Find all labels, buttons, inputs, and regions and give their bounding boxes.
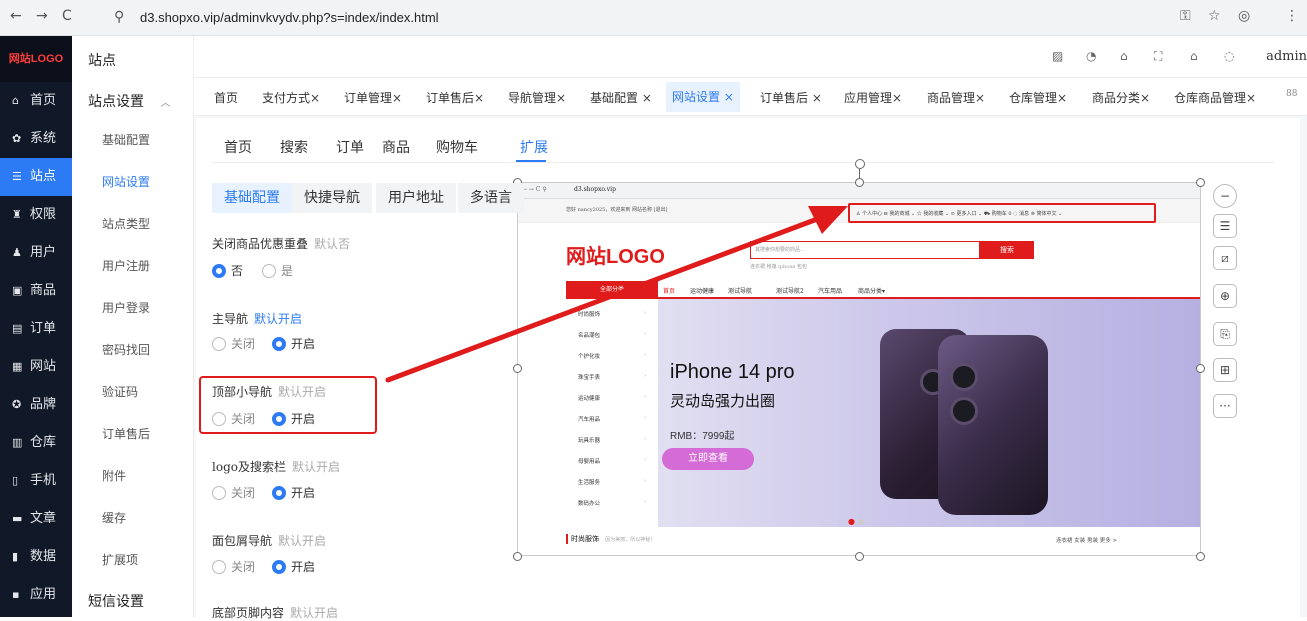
align-icon[interactable]: ☰	[1213, 214, 1237, 238]
crop-icon[interactable]: ⧄	[1213, 246, 1237, 270]
settings-subtab[interactable]: 订单	[336, 137, 364, 157]
settings-subtab[interactable]: 商品	[382, 137, 410, 157]
config-pill-tab[interactable]: 快捷导航	[292, 183, 372, 213]
settings-subtab[interactable]: 首页	[224, 137, 252, 157]
settings-subtab[interactable]: 扩展	[520, 137, 548, 157]
config-pill-tab[interactable]: 多语言	[458, 183, 524, 213]
config-pill-tab[interactable]: 用户地址	[376, 183, 456, 213]
annotation-arrow	[385, 206, 848, 383]
settings-subtab[interactable]: 搜索	[280, 137, 308, 157]
settings-subtab[interactable]: 购物车	[436, 137, 478, 157]
zoom-out-icon[interactable]: −	[1213, 184, 1237, 208]
replace-image-icon[interactable]: ⊞	[1213, 358, 1237, 382]
copy-icon[interactable]: ⎘	[1213, 322, 1237, 346]
config-pill-tab[interactable]: 基础配置	[212, 183, 292, 213]
zoom-in-icon[interactable]: ⊕	[1213, 284, 1237, 308]
more-options-icon[interactable]: ···	[1213, 394, 1237, 418]
